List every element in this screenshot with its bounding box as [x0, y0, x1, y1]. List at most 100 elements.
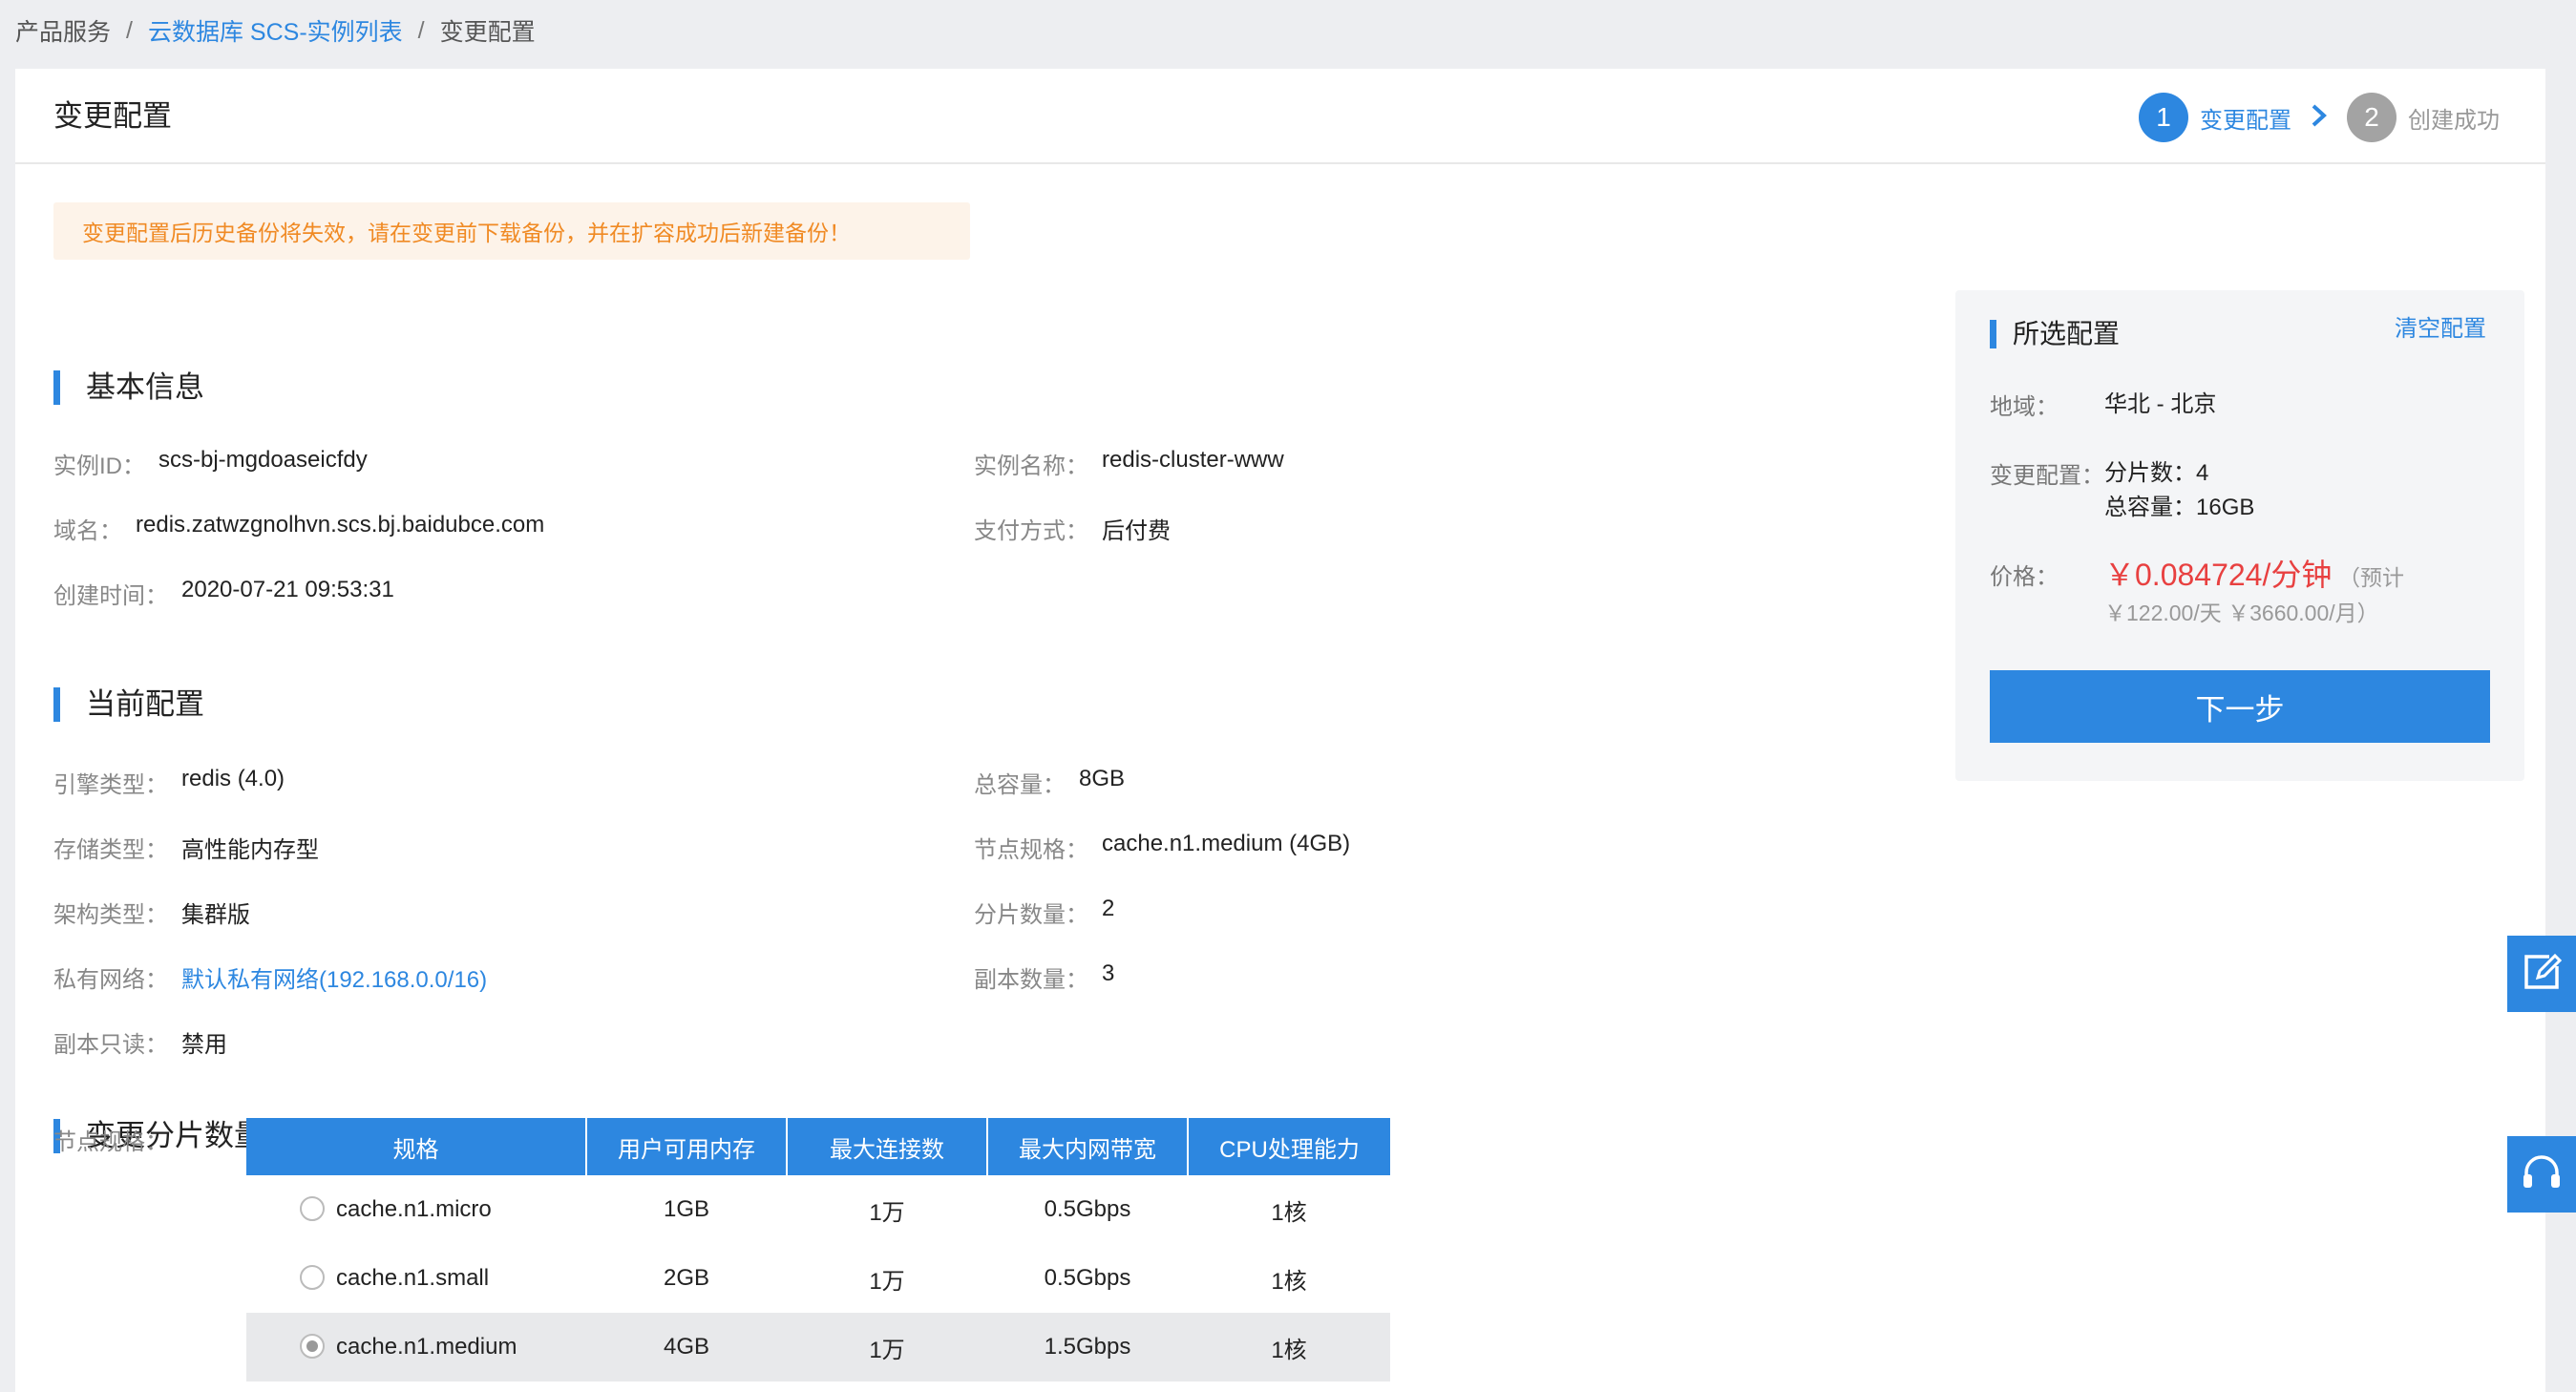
- field-shards: 分片数量： 2: [974, 896, 1114, 929]
- chevron-right-icon: [2311, 99, 2328, 137]
- spec-name-cell[interactable]: cache.n1.small: [246, 1244, 586, 1313]
- field-value: redis.zatwzgnolhvn.scs.bj.baidubce.com: [136, 512, 545, 538]
- stepper: 1 变更配置 2 创建成功: [2139, 92, 2500, 143]
- field-replica-readonly: 副本只读： 禁用: [53, 1025, 227, 1059]
- field-value: redis-cluster-www: [1102, 447, 1284, 473]
- field-value: scs-bj-mgdoaseicfdy: [158, 447, 368, 473]
- panel-header: 变更配置 1 变更配置 2 创建成功: [15, 69, 2545, 164]
- field-label: 存储类型：: [53, 837, 168, 863]
- field-value: 集群版: [181, 902, 250, 928]
- field-value: 2: [1102, 896, 1115, 921]
- field-capacity: 总容量： 8GB: [974, 766, 1125, 799]
- field-replicas: 副本数量： 3: [974, 960, 1114, 994]
- field-instance-name: 实例名称： redis-cluster-www: [974, 447, 1284, 480]
- field-label: 支付方式：: [974, 518, 1088, 544]
- field-storage: 存储类型： 高性能内存型: [53, 831, 319, 864]
- spec-name: cache.n1.small: [336, 1265, 490, 1291]
- price-per-minute: ￥0.084724/分钟: [2104, 558, 2333, 592]
- table-row[interactable]: cache.n1.micro 1GB 1万 0.5Gbps 1核: [246, 1175, 1390, 1244]
- field-label: 节点规格：: [974, 837, 1088, 863]
- support-button[interactable]: [2507, 1136, 2576, 1213]
- breadcrumb: 产品服务 / 云数据库 SCS-实例列表 / 变更配置: [15, 11, 536, 50]
- field-domain: 域名： redis.zatwzgnolhvn.scs.bj.baidubce.c…: [53, 512, 544, 545]
- field-value: 3: [1102, 960, 1115, 986]
- spec-name: cache.n1.micro: [336, 1196, 492, 1222]
- field-label: 创建时间：: [53, 583, 168, 609]
- field-label: 域名：: [53, 518, 122, 544]
- table-cell: 0.5Gbps: [1044, 1196, 1131, 1222]
- field-label: 架构类型：: [53, 902, 168, 928]
- breadcrumb-separator: /: [417, 16, 425, 44]
- field-label: 私有网络：: [53, 967, 168, 993]
- spec-label: 节点规格：: [53, 1129, 168, 1155]
- step-2-circle: 2: [2347, 93, 2397, 142]
- spec-name: cache.n1.medium: [336, 1334, 517, 1360]
- price-estimate: ￥122.00/天 ￥3660.00/月）: [2104, 601, 2379, 625]
- spec-name-cell[interactable]: cache.n1.medium: [246, 1313, 586, 1381]
- section-title-current: 当前配置: [53, 685, 204, 724]
- breadcrumb-products[interactable]: 产品服务: [15, 13, 111, 48]
- table-cell: 1核: [1188, 1313, 1390, 1381]
- column-header: 用户可用内存: [586, 1118, 788, 1175]
- step-1-circle: 1: [2139, 93, 2188, 142]
- table-cell: 0.5Gbps: [1044, 1265, 1131, 1291]
- field-value: cache.n1.medium (4GB): [1102, 831, 1351, 856]
- field-label: 实例ID：: [53, 453, 145, 479]
- breadcrumb-instance-list[interactable]: 云数据库 SCS-实例列表: [148, 13, 403, 48]
- summary-value: 分片数：4 总容量：16GB: [2104, 456, 2254, 525]
- vpc-link[interactable]: 默认私有网络(192.168.0.0/16): [181, 960, 487, 994]
- radio-button-checked[interactable]: [300, 1333, 325, 1359]
- field-value: 8GB: [1079, 766, 1126, 791]
- table-row-selected[interactable]: cache.n1.medium 4GB 1万 1.5Gbps 1核: [246, 1313, 1390, 1381]
- headset-icon: [2519, 1151, 2565, 1198]
- radio-button[interactable]: [300, 1264, 325, 1290]
- field-value: redis (4.0): [181, 766, 285, 791]
- field-architecture: 架构类型： 集群版: [53, 896, 250, 929]
- summary-title: 所选配置: [1990, 317, 2120, 351]
- spec-table: 规格 用户可用内存 最大连接数 最大内网带宽 CPU处理能力 cache.n1.…: [246, 1118, 1390, 1381]
- column-header: 规格: [246, 1118, 587, 1175]
- selected-config-card: 所选配置 清空配置 地域： 华北 - 北京 变更配置： 分片数：4 总容量：16…: [1955, 290, 2524, 781]
- clear-config-button[interactable]: 清空配置: [2395, 309, 2486, 343]
- breadcrumb-separator: /: [126, 16, 133, 44]
- step-2-label: 创建成功: [2408, 107, 2500, 134]
- column-header: CPU处理能力: [1188, 1118, 1390, 1175]
- table-cell: 4GB: [586, 1313, 787, 1381]
- field-label: 副本数量：: [974, 967, 1088, 993]
- feedback-button[interactable]: [2507, 936, 2576, 1012]
- field-instance-id: 实例ID： scs-bj-mgdoaseicfdy: [53, 447, 368, 480]
- summary-shards: 分片数：4: [2104, 460, 2209, 486]
- price-estimate-prefix: （预计: [2338, 565, 2405, 590]
- field-label: 引擎类型：: [53, 772, 168, 798]
- field-node-spec: 节点规格： cache.n1.medium (4GB): [974, 831, 1350, 864]
- table-cell: 2GB: [663, 1265, 710, 1291]
- table-header-row: 规格 用户可用内存 最大连接数 最大内网带宽 CPU处理能力: [246, 1118, 1390, 1175]
- section-title-basic: 基本信息: [53, 369, 204, 407]
- field-payment: 支付方式： 后付费: [974, 512, 1171, 545]
- field-label: 实例名称：: [974, 453, 1088, 479]
- summary-capacity: 总容量：16GB: [2104, 495, 2255, 520]
- summary-label: 地域：: [1990, 394, 2059, 420]
- table-cell: 1核: [1271, 1199, 1307, 1226]
- field-value: 后付费: [1102, 518, 1171, 544]
- column-header: 最大连接数: [787, 1118, 988, 1175]
- table-cell: 1万: [869, 1199, 905, 1226]
- warning-banner: 变更配置后历史备份将失效，请在变更前下载备份，并在扩容成功后新建备份！: [53, 202, 970, 260]
- table-cell: 1万: [869, 1268, 905, 1295]
- table-cell: 1核: [1271, 1268, 1307, 1295]
- radio-button[interactable]: [300, 1195, 325, 1221]
- table-cell: 1GB: [663, 1196, 710, 1222]
- summary-value: 华北 - 北京: [2104, 391, 2217, 417]
- field-value: 高性能内存型: [181, 837, 319, 863]
- spec-name-cell[interactable]: cache.n1.micro: [246, 1175, 586, 1244]
- field-engine: 引擎类型： redis (4.0): [53, 766, 285, 799]
- field-label: 副本只读：: [53, 1032, 168, 1058]
- field-value: 禁用: [181, 1032, 227, 1058]
- summary-region: 地域： 华北 - 北京: [1990, 388, 2216, 422]
- field-label: 总容量：: [974, 772, 1066, 798]
- step-1-label: 变更配置: [2200, 107, 2291, 134]
- next-step-button[interactable]: 下一步: [1990, 670, 2490, 743]
- table-row[interactable]: cache.n1.small 2GB 1万 0.5Gbps 1核: [246, 1244, 1390, 1313]
- field-vpc: 私有网络： 默认私有网络(192.168.0.0/16): [53, 960, 487, 994]
- summary-change: 变更配置： 分片数：4 总容量：16GB: [1990, 456, 2254, 525]
